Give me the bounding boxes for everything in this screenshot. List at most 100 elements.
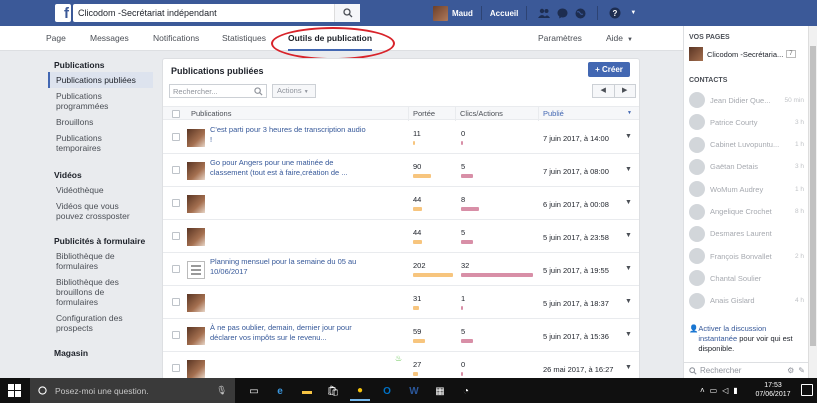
post-title-link[interactable]: Go pour Angers pour une matinée de class… xyxy=(210,158,368,178)
column-header-published[interactable]: Publié ▼ xyxy=(538,107,638,121)
row-checkbox[interactable] xyxy=(172,298,180,306)
microphone-icon[interactable]: 🎙 xyxy=(216,385,227,396)
actions-dropdown[interactable]: Actions ▼ xyxy=(272,84,316,98)
volume-icon[interactable]: ◁ xyxy=(722,386,728,395)
tab-page[interactable]: Page xyxy=(46,26,66,51)
contact-item[interactable]: Cabinet Luvopuntu... 1 h xyxy=(689,135,804,155)
tab-notifications[interactable]: Notifications xyxy=(153,26,199,51)
table-row[interactable]: 44 5 5 juin 2017, à 23:58 ▼ xyxy=(163,220,639,253)
contact-item[interactable]: Patrice Courty 3 h xyxy=(689,112,804,132)
posts-search-input[interactable]: Rechercher... xyxy=(169,84,267,98)
nav-item-drafts[interactable]: Brouillons xyxy=(48,114,153,130)
select-all-checkbox[interactable] xyxy=(172,110,180,118)
post-title-link[interactable]: Planning mensuel pour la semaine du 05 a… xyxy=(210,257,368,277)
row-options-chevron-down-icon[interactable]: ▼ xyxy=(625,166,632,173)
file-explorer-icon[interactable]: ▬ xyxy=(297,381,317,401)
row-options-chevron-down-icon[interactable]: ▼ xyxy=(625,232,632,239)
chat-search-input[interactable]: Rechercher ⚙ ✎ xyxy=(684,362,809,378)
facebook-logo-icon[interactable]: f xyxy=(55,4,71,22)
post-thumbnail[interactable] xyxy=(187,360,205,378)
help-icon[interactable]: ? xyxy=(606,0,624,26)
network-icon[interactable]: ▭ xyxy=(710,386,718,395)
home-link[interactable]: Accueil xyxy=(490,9,518,18)
post-thumbnail[interactable] xyxy=(187,327,205,345)
scrollbar-thumb[interactable] xyxy=(810,46,816,346)
nav-item-leads-setup[interactable]: Configuration des prospects xyxy=(48,310,153,336)
column-header-reach[interactable]: Portée xyxy=(408,107,452,121)
notifications-globe-icon[interactable] xyxy=(571,0,589,26)
row-checkbox[interactable] xyxy=(172,133,180,141)
nav-item-draft-forms-library[interactable]: Bibliothèque des brouillons de formulair… xyxy=(48,274,153,310)
user-name-link[interactable]: Maud xyxy=(452,9,473,18)
windows-start-icon[interactable] xyxy=(8,384,21,397)
contact-item[interactable]: François Bonvallet 2 h xyxy=(689,246,804,266)
store-icon[interactable]: 🛍 xyxy=(323,381,343,401)
new-message-icon[interactable]: ✎ xyxy=(798,366,805,375)
next-page-button[interactable]: ▶ xyxy=(615,85,636,97)
search-button[interactable] xyxy=(334,4,360,22)
post-title-link[interactable]: À ne pas oublier, demain, dernier jour p… xyxy=(210,323,368,343)
row-checkbox[interactable] xyxy=(172,199,180,207)
outlook-icon[interactable]: O xyxy=(377,381,397,401)
row-checkbox[interactable] xyxy=(172,364,180,372)
chat-settings-gear-icon[interactable]: ⚙ xyxy=(787,366,794,375)
post-thumbnail[interactable] xyxy=(187,294,205,312)
tab-statistics[interactable]: Statistiques xyxy=(222,26,266,51)
post-thumbnail[interactable] xyxy=(187,195,205,213)
create-post-button[interactable]: + Créer xyxy=(588,62,630,77)
nav-item-temporary-posts[interactable]: Publications temporaires xyxy=(48,130,153,156)
nav-item-scheduled-posts[interactable]: Publications programmées xyxy=(48,88,153,114)
contact-item[interactable]: Chantal Soulier xyxy=(689,268,804,288)
tab-help[interactable]: Aide ▼ xyxy=(606,26,633,51)
contact-item[interactable]: Desmares Laurent xyxy=(689,224,804,244)
cortana-search-input[interactable]: Posez-moi une question. 🎙 xyxy=(30,378,235,403)
taskbar-clock[interactable]: 17:53 07/06/2017 xyxy=(748,381,798,399)
row-checkbox[interactable] xyxy=(172,232,180,240)
battery-icon[interactable]: ▮ xyxy=(733,386,737,395)
tray-expand-chevron-up-icon[interactable]: ˄ xyxy=(700,386,705,395)
messenger-icon[interactable] xyxy=(553,0,571,26)
post-thumbnail[interactable] xyxy=(187,261,205,279)
table-row[interactable]: À ne pas oublier, demain, dernier jour p… xyxy=(163,319,639,352)
app-icon[interactable]: ◔ xyxy=(456,381,476,401)
nav-item-crosspost-videos[interactable]: Vidéos que vous pouvez crossposter xyxy=(48,198,153,224)
user-avatar[interactable] xyxy=(433,5,448,21)
word-icon[interactable]: W xyxy=(404,381,424,401)
tab-settings[interactable]: Paramètres xyxy=(538,26,582,51)
table-row[interactable]: Planning mensuel pour la semaine du 05 a… xyxy=(163,253,639,286)
row-options-chevron-down-icon[interactable]: ▼ xyxy=(625,133,632,140)
post-thumbnail[interactable] xyxy=(187,129,205,147)
page-shortcut[interactable]: Clicodom -Secrétaria... 7 xyxy=(689,47,796,61)
column-header-publications[interactable]: Publications xyxy=(191,107,231,121)
table-row[interactable]: 44 8 6 juin 2017, à 00:08 ▼ xyxy=(163,187,639,220)
calculator-icon[interactable]: ▦ xyxy=(430,381,450,401)
nav-item-forms-library[interactable]: Bibliothèque de formulaires xyxy=(48,248,153,274)
friend-requests-icon[interactable] xyxy=(535,0,553,26)
table-row[interactable]: ♨ 27 0 26 mai 2017, à 16:27 ▼ xyxy=(163,352,639,379)
edge-browser-icon[interactable]: e xyxy=(270,381,290,401)
row-checkbox[interactable] xyxy=(172,166,180,174)
contact-item[interactable]: Gaëtan Detais 3 h xyxy=(689,157,804,177)
row-options-chevron-down-icon[interactable]: ▼ xyxy=(625,298,632,305)
search-input-value[interactable]: Clicodom -Secrétariat indépendant xyxy=(73,8,334,18)
table-row[interactable]: C'est parti pour 3 heures de transcripti… xyxy=(163,121,639,154)
global-search-input[interactable]: Clicodom -Secrétariat indépendant xyxy=(73,4,360,22)
row-checkbox[interactable] xyxy=(172,331,180,339)
post-thumbnail[interactable] xyxy=(187,228,205,246)
row-checkbox[interactable] xyxy=(172,265,180,273)
row-options-chevron-down-icon[interactable]: ▼ xyxy=(625,364,632,371)
row-options-chevron-down-icon[interactable]: ▼ xyxy=(625,265,632,272)
post-thumbnail[interactable] xyxy=(187,162,205,180)
table-row[interactable]: 31 1 5 juin 2017, à 18:37 ▼ xyxy=(163,286,639,319)
previous-page-button[interactable]: ◀ xyxy=(593,85,615,97)
action-center-icon[interactable] xyxy=(801,384,813,396)
nav-item-video-library[interactable]: Vidéothèque xyxy=(48,182,153,198)
task-view-icon[interactable]: ▭ xyxy=(244,381,264,401)
row-options-chevron-down-icon[interactable]: ▼ xyxy=(625,199,632,206)
post-title-link[interactable]: C'est parti pour 3 heures de transcripti… xyxy=(210,125,368,145)
column-header-clicks[interactable]: Clics/Actions xyxy=(455,107,535,121)
contact-item[interactable]: WoMum Audrey 1 h xyxy=(689,179,804,199)
page-scrollbar[interactable] xyxy=(808,26,817,378)
contact-item[interactable]: Anais Gislard 4 h xyxy=(689,291,804,311)
contact-item[interactable]: Jean Didier Que... 50 min xyxy=(689,90,804,110)
